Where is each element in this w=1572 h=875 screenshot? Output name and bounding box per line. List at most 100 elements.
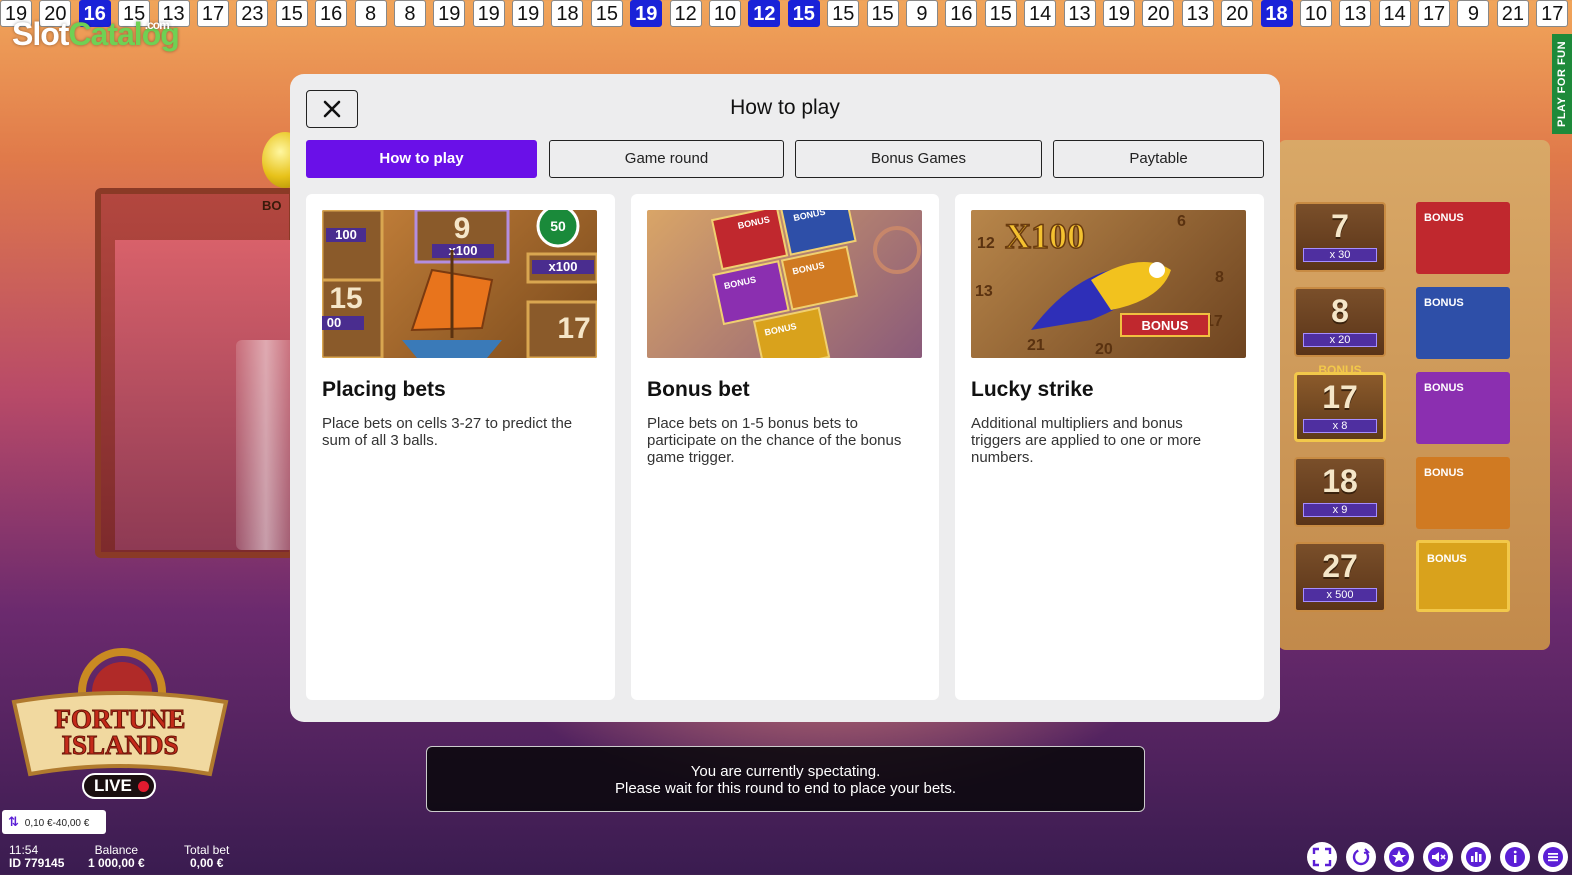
history-cell: 10: [709, 0, 742, 27]
fortune-islands-logo: FORTUNE ISLANDS: [4, 640, 236, 780]
card-title: Placing bets: [322, 378, 446, 401]
refresh-icon: [1352, 848, 1370, 866]
bonus-bet-cell[interactable]: BONUS: [1416, 372, 1510, 444]
number-bet-cell[interactable]: 8 x 20: [1294, 287, 1386, 357]
img-label: X100: [1005, 216, 1085, 256]
img-label: 12: [977, 235, 995, 252]
history-cell: 20: [1221, 0, 1254, 27]
img-label: 20: [1095, 341, 1113, 358]
menu-icon: [1543, 847, 1563, 867]
number-bet-cell[interactable]: 18 x 9: [1294, 457, 1386, 527]
history-cell: 8: [354, 0, 387, 27]
history-cell: 19: [512, 0, 545, 27]
card-title: Lucky strike: [971, 378, 1094, 401]
history-cell: 14: [1378, 0, 1411, 27]
number-bet-cell[interactable]: 7 x 30: [1294, 202, 1386, 272]
cell-number: 7: [1331, 208, 1349, 244]
img-label: 21: [1027, 337, 1045, 354]
live-badge: LIVE: [82, 773, 156, 799]
img-label: 50: [550, 218, 566, 234]
history-cell: 17: [1536, 0, 1569, 27]
bottom-toolbar: [1299, 842, 1568, 872]
watermark-logo: SlotCatalog.com: [12, 16, 180, 52]
session-id: ID 779145: [9, 856, 65, 870]
placing-bets-illustration: 100 9 x100 50 x100 15 00 17: [322, 210, 597, 358]
background-label: BO: [262, 198, 282, 213]
card-lucky-strike: 12 6 8 13 17 21 20 X100 BONUS Lucky stri…: [955, 194, 1264, 700]
star-icon: [1389, 847, 1409, 867]
img-label: BONUS: [1142, 318, 1189, 333]
tab-game-round[interactable]: Game round: [549, 140, 784, 178]
live-dot-icon: [138, 781, 149, 792]
favorites-button[interactable]: [1384, 842, 1414, 872]
history-cell: 16: [945, 0, 978, 27]
total-bet-info: Total bet 0,00 €: [184, 844, 229, 870]
spectating-line-1: You are currently spectating.: [690, 763, 881, 780]
info-icon: [1504, 847, 1525, 867]
history-cell: 21: [1496, 0, 1529, 27]
how-to-play-modal: How to play How to play Game round Bonus…: [290, 74, 1280, 722]
card-title: Bonus bet: [647, 378, 750, 401]
sound-muted-icon: [1427, 847, 1448, 867]
history-cell: 13: [1063, 0, 1096, 27]
img-label: 13: [975, 283, 993, 300]
bonus-bet-cell[interactable]: BONUS: [1416, 540, 1510, 612]
bonus-bet-illustration: BONUS BONUS BONUS BONUS BONUS: [710, 210, 921, 358]
bonus-bet-cell[interactable]: BONUS: [1416, 287, 1510, 359]
number-bet-cell[interactable]: BONUS 17 x 8: [1294, 363, 1386, 442]
fullscreen-button[interactable]: [1307, 842, 1337, 872]
bonus-marker: BONUS: [1318, 363, 1362, 377]
history-cell: 19: [630, 0, 663, 27]
cell-multiplier: x 9: [1303, 503, 1377, 517]
menu-button[interactable]: [1538, 842, 1568, 872]
bonus-bet-cell[interactable]: BONUS: [1416, 202, 1510, 274]
cell-multiplier: x 30: [1303, 248, 1377, 262]
balance-info: Balance 1 000,00 €: [88, 844, 145, 870]
history-cell: 12: [669, 0, 702, 27]
lucky-strike-image: 12 6 8 13 17 21 20 X100 BONUS: [971, 210, 1246, 358]
history-cell: 12: [748, 0, 781, 27]
history-cell: 18: [1260, 0, 1293, 27]
statistics-button[interactable]: [1461, 842, 1491, 872]
card-description: Additional multipliers and bonus trigger…: [971, 415, 1202, 466]
bet-range-button[interactable]: ⇅ 0,10 €-40,00 €: [2, 810, 106, 834]
modal-title: How to play: [730, 96, 840, 119]
tab-paytable[interactable]: Paytable: [1053, 140, 1264, 178]
img-label: 6: [1177, 213, 1186, 230]
card-placing-bets: 100 9 x100 50 x100 15 00 17 Placing bets…: [306, 194, 615, 700]
bonus-bet-image: BONUS BONUS BONUS BONUS BONUS: [647, 210, 922, 358]
history-cell: 15: [275, 0, 308, 27]
history-cell: 9: [1457, 0, 1490, 27]
tab-how-to-play[interactable]: How to play: [306, 140, 537, 178]
history-cell: 13: [1339, 0, 1372, 27]
history-cell: 10: [1299, 0, 1332, 27]
history-cell: 15: [590, 0, 623, 27]
img-label: 100: [335, 227, 357, 242]
cell-number: 27: [1322, 548, 1358, 584]
history-cell: 13: [1181, 0, 1214, 27]
statistics-icon: [1466, 847, 1486, 867]
history-cell: 20: [1142, 0, 1175, 27]
sound-button[interactable]: [1422, 842, 1453, 872]
tab-bonus-games[interactable]: Bonus Games: [795, 140, 1042, 178]
ball-tube: [236, 340, 296, 550]
number-bet-cell[interactable]: 27 x 500: [1294, 542, 1386, 612]
history-cell: 18: [551, 0, 584, 27]
history-cell: 15: [866, 0, 899, 27]
info-button[interactable]: [1499, 842, 1530, 872]
logo-graphic: FORTUNE ISLANDS: [11, 648, 229, 777]
history-cell: 19: [472, 0, 505, 27]
play-for-fun-tab[interactable]: PLAY FOR FUN: [1552, 34, 1572, 134]
total-bet-value: 0,00 €: [190, 856, 224, 870]
history-cell: 15: [787, 0, 820, 27]
history-cell: 14: [1024, 0, 1057, 27]
img-label: 8: [1215, 269, 1224, 286]
balance-value: 1 000,00 €: [88, 856, 145, 870]
card-description: Place bets on 1-5 bonus bets to particip…: [647, 415, 902, 466]
history-cell: 16: [315, 0, 348, 27]
cell-multiplier: x 20: [1303, 333, 1377, 347]
sort-arrows-icon: ⇅: [8, 814, 19, 829]
placing-bets-image: 100 9 x100 50 x100 15 00 17: [322, 210, 597, 358]
refresh-button[interactable]: [1345, 842, 1376, 872]
bonus-bet-cell[interactable]: BONUS: [1416, 457, 1510, 529]
